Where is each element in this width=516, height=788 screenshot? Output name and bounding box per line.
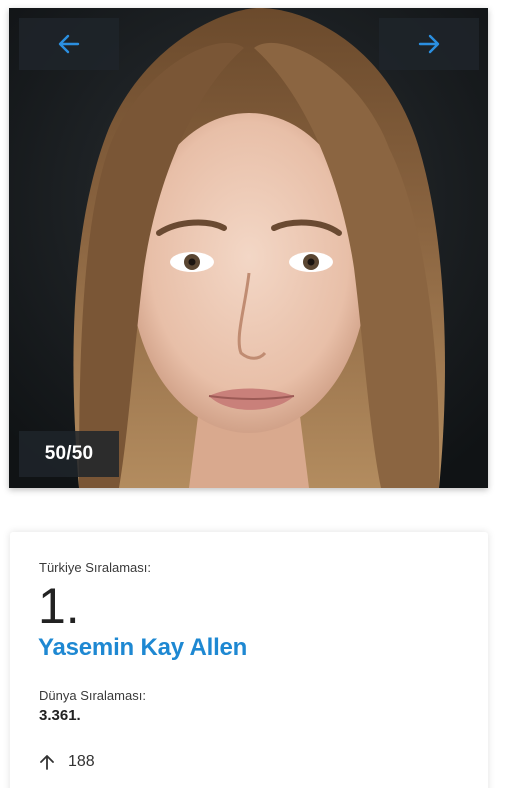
photo-counter: 50/50 xyxy=(19,431,119,477)
arrow-up-icon xyxy=(40,755,54,770)
person-name-link[interactable]: Yasemin Kay Allen xyxy=(38,634,247,662)
portrait-photo xyxy=(9,8,488,488)
arrow-left-icon xyxy=(58,34,80,54)
arrow-right-icon xyxy=(418,34,440,54)
ranking-card: Türkiye Sıralaması: 1. Yasemin Kay Allen… xyxy=(10,532,488,788)
profile-page: 50/50 Türkiye Sıralaması: 1. Yasemin Kay… xyxy=(0,0,516,788)
turkey-ranking-value: 1. xyxy=(38,578,80,634)
next-photo-button[interactable] xyxy=(379,18,479,70)
photo-gallery: 50/50 xyxy=(9,8,488,488)
turkey-ranking-label: Türkiye Sıralaması: xyxy=(39,560,151,575)
world-ranking-label: Dünya Sıralaması: xyxy=(39,688,146,703)
previous-photo-button[interactable] xyxy=(19,18,119,70)
rank-change: 188 xyxy=(38,753,95,771)
world-ranking-value: 3.361. xyxy=(39,707,81,724)
rank-change-value: 188 xyxy=(68,753,95,770)
